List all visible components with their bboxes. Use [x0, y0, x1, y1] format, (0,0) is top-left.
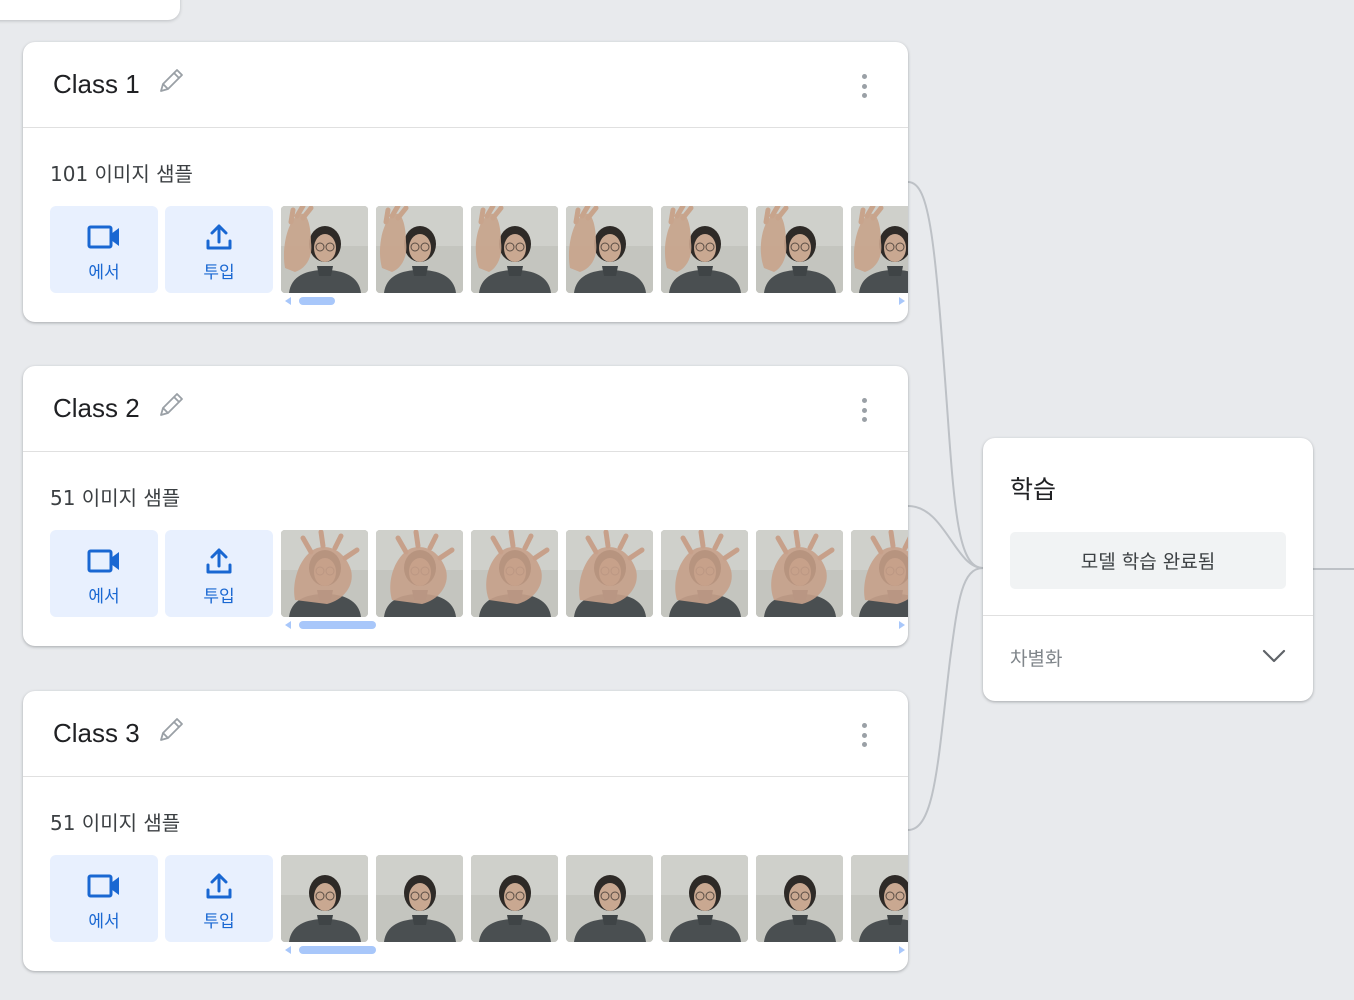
chevron-down-icon — [1261, 646, 1287, 666]
upload-label: 투입 — [203, 263, 235, 283]
class-title[interactable]: Class 2 — [53, 393, 140, 424]
scroll-thumb[interactable] — [299, 946, 376, 954]
upload-icon — [202, 544, 236, 578]
pencil-icon[interactable] — [156, 66, 186, 96]
webcam-button[interactable]: 에서 — [50, 206, 158, 293]
more-vert-icon[interactable] — [856, 72, 872, 100]
more-vert-icon[interactable] — [856, 721, 872, 749]
sample-thumbnails — [281, 206, 908, 293]
class-card-header: Class 2 — [23, 366, 908, 452]
training-title: 학습 — [1010, 475, 1057, 504]
teachable-machine-workspace: Class 1 101 이미지 샘플 에서 투입 Class 2 51 이미지 … — [0, 0, 1354, 1000]
advanced-toggle[interactable]: 차별화 — [983, 616, 1313, 701]
scroll-thumb[interactable] — [299, 297, 335, 305]
upload-icon — [202, 220, 236, 254]
sample-thumbnail[interactable] — [756, 530, 843, 617]
sample-thumbnail[interactable] — [281, 206, 368, 293]
sample-thumbnail[interactable] — [376, 855, 463, 942]
sample-thumbnail[interactable] — [281, 530, 368, 617]
training-panel: 학습 모델 학습 완료됨 차별화 — [983, 438, 1313, 701]
scroll-right-icon[interactable] — [899, 297, 905, 305]
class-title[interactable]: Class 1 — [53, 69, 140, 100]
class-card-2: Class 2 51 이미지 샘플 에서 투입 — [23, 366, 908, 646]
class-card-3: Class 3 51 이미지 샘플 에서 투입 — [23, 691, 908, 971]
pencil-icon[interactable] — [156, 715, 186, 745]
thumbnail-scrollbar[interactable] — [285, 296, 905, 306]
sample-thumbnails — [281, 855, 908, 942]
sample-thumbnail[interactable] — [851, 855, 908, 942]
scroll-right-icon[interactable] — [899, 621, 905, 629]
sample-thumbnail[interactable] — [851, 530, 908, 617]
thumbnail-scrollbar[interactable] — [285, 945, 905, 955]
thumbnail-scrollbar[interactable] — [285, 620, 905, 630]
upload-label: 투입 — [203, 912, 235, 932]
scroll-thumb[interactable] — [299, 621, 376, 629]
scroll-left-icon[interactable] — [285, 297, 291, 305]
upload-button[interactable]: 투입 — [165, 855, 273, 942]
sample-count: 51 이미지 샘플 — [50, 811, 181, 835]
advanced-label: 차별화 — [1010, 648, 1063, 670]
sample-thumbnail[interactable] — [756, 206, 843, 293]
upload-label: 투입 — [203, 587, 235, 607]
sample-thumbnail[interactable] — [566, 855, 653, 942]
videocam-icon — [87, 869, 121, 903]
class-card-1: Class 1 101 이미지 샘플 에서 투입 — [23, 42, 908, 322]
pencil-icon[interactable] — [156, 390, 186, 420]
train-model-button[interactable]: 모델 학습 완료됨 — [1010, 532, 1286, 589]
scroll-left-icon[interactable] — [285, 946, 291, 954]
sample-thumbnail[interactable] — [471, 855, 558, 942]
sample-thumbnail[interactable] — [566, 530, 653, 617]
sample-thumbnail[interactable] — [281, 855, 368, 942]
sample-thumbnail[interactable] — [661, 206, 748, 293]
more-vert-icon[interactable] — [856, 396, 872, 424]
sample-thumbnail[interactable] — [471, 530, 558, 617]
sample-thumbnails — [281, 530, 908, 617]
upload-icon — [202, 869, 236, 903]
sample-thumbnail[interactable] — [661, 530, 748, 617]
scroll-left-icon[interactable] — [285, 621, 291, 629]
webcam-label: 에서 — [88, 263, 120, 283]
webcam-button[interactable]: 에서 — [50, 855, 158, 942]
webcam-label: 에서 — [88, 587, 120, 607]
videocam-icon — [87, 220, 121, 254]
sample-thumbnail[interactable] — [471, 206, 558, 293]
upload-button[interactable]: 투입 — [165, 530, 273, 617]
scroll-right-icon[interactable] — [899, 946, 905, 954]
sample-thumbnail[interactable] — [376, 530, 463, 617]
sample-thumbnail[interactable] — [661, 855, 748, 942]
sample-thumbnail[interactable] — [756, 855, 843, 942]
videocam-icon — [87, 544, 121, 578]
webcam-button[interactable]: 에서 — [50, 530, 158, 617]
class-card-header: Class 1 — [23, 42, 908, 128]
sample-count: 51 이미지 샘플 — [50, 486, 181, 510]
upload-button[interactable]: 투입 — [165, 206, 273, 293]
sample-count: 101 이미지 샘플 — [50, 162, 193, 186]
webcam-label: 에서 — [88, 912, 120, 932]
class-card-header: Class 3 — [23, 691, 908, 777]
class-title[interactable]: Class 3 — [53, 718, 140, 749]
sample-thumbnail[interactable] — [851, 206, 908, 293]
sample-thumbnail[interactable] — [566, 206, 653, 293]
sample-thumbnail[interactable] — [376, 206, 463, 293]
